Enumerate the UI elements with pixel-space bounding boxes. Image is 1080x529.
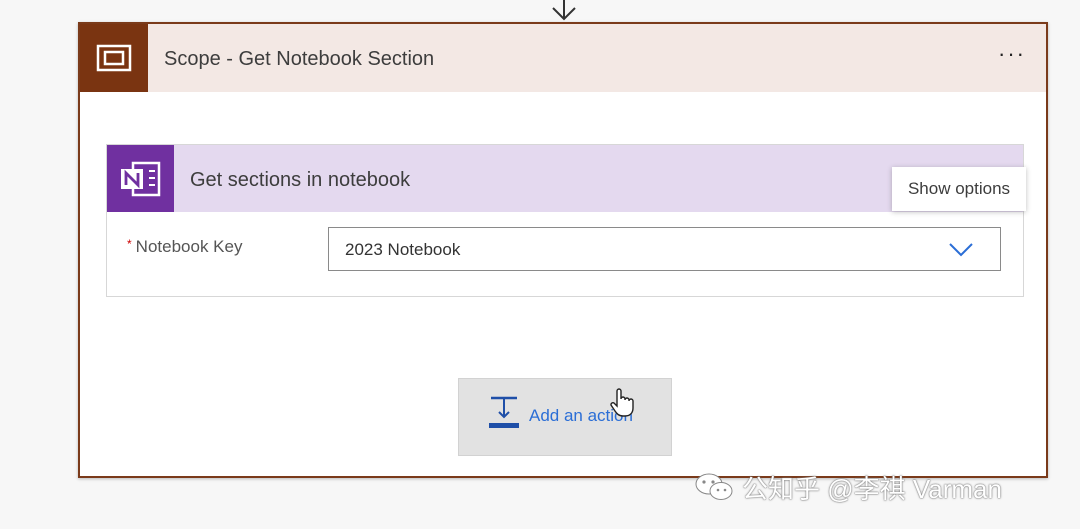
wechat-icon xyxy=(695,473,733,500)
scope-icon xyxy=(80,24,148,92)
more-options-icon[interactable]: ··· xyxy=(994,42,1030,72)
add-action-icon xyxy=(489,396,519,428)
watermark-text: 公知乎 @李祺 Varman xyxy=(742,473,1002,504)
scope-title: Scope - Get Notebook Section xyxy=(164,48,435,70)
notebook-key-label: * Notebook Key xyxy=(127,237,242,257)
onenote-icon xyxy=(107,145,174,212)
notebook-key-value: 2023 Notebook xyxy=(345,240,461,259)
action-title: Get sections in notebook xyxy=(190,169,411,191)
action-header[interactable]: Get sections in notebook xyxy=(107,145,1023,212)
notebook-key-dropdown[interactable]: 2023 Notebook xyxy=(328,227,1001,271)
chevron-down-icon[interactable] xyxy=(948,240,974,258)
required-mark: * xyxy=(127,237,132,251)
action-card: Get sections in notebook Show options * N… xyxy=(106,144,1026,297)
down-arrow-icon xyxy=(552,0,576,21)
add-action-button[interactable]: Add an action xyxy=(458,378,672,456)
scope-card: Scope - Get Notebook Section ··· Get sec… xyxy=(78,22,1048,478)
hand-cursor-icon xyxy=(610,388,634,417)
scope-header[interactable]: Scope - Get Notebook Section ··· xyxy=(80,24,1046,92)
watermark: 公知乎 @李祺 Varman xyxy=(694,470,1002,504)
notebook-key-label-text: Notebook Key xyxy=(135,237,243,256)
show-options-tooltip: Show options xyxy=(892,167,1026,211)
